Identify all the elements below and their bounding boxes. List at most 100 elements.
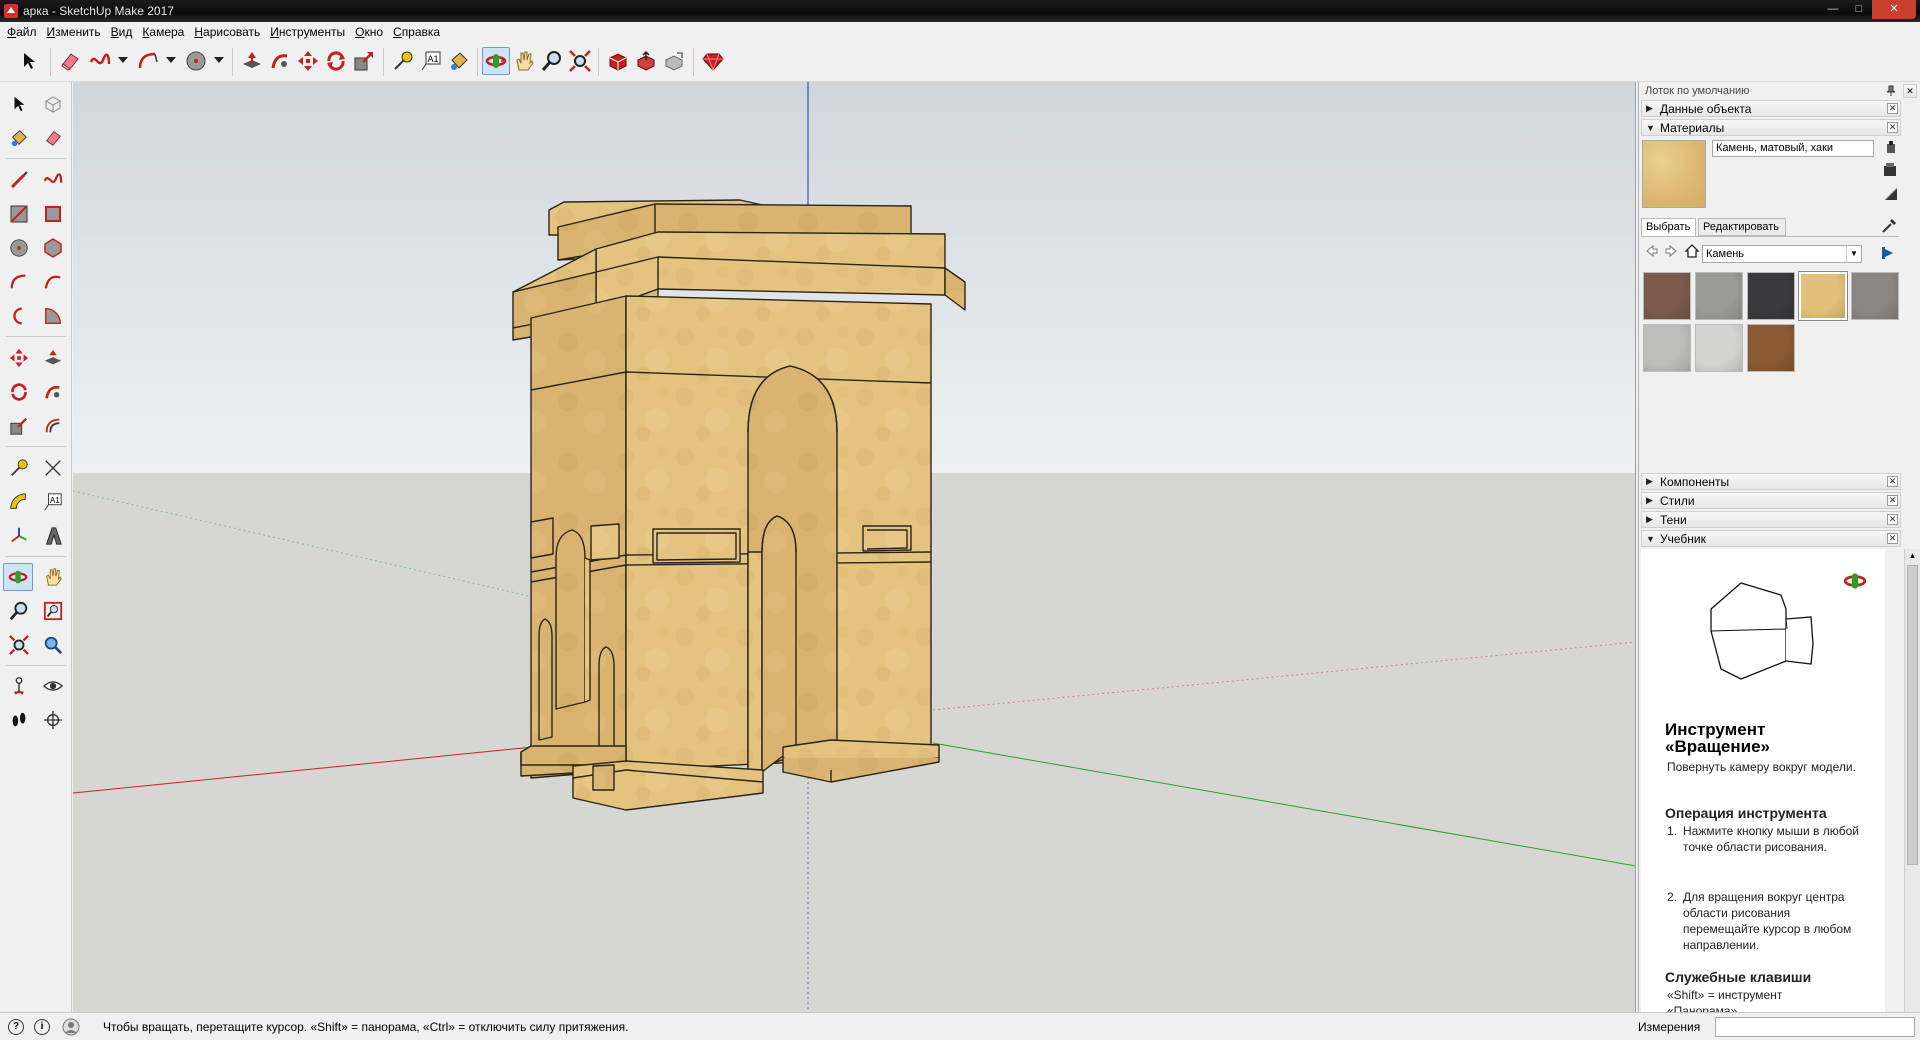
left-previous-view-button[interactable] (38, 631, 68, 659)
left-text-button[interactable]: A1 (38, 488, 68, 516)
3d-warehouse-button[interactable] (604, 47, 632, 75)
scroll-thumb[interactable] (1907, 565, 1918, 865)
left-polygon-button[interactable] (38, 234, 68, 262)
orbit-tool-button[interactable] (482, 47, 510, 75)
pan-tool-button[interactable] (510, 47, 538, 75)
styles-panel-header[interactable]: ▶ Стили ✕ (1641, 492, 1901, 509)
left-walk-button[interactable] (4, 706, 34, 734)
arc-tool-button[interactable] (134, 47, 162, 75)
left-select-button[interactable] (4, 90, 34, 118)
left-move-button[interactable] (4, 344, 34, 372)
left-section-plane-button[interactable] (38, 706, 68, 734)
close-panel-icon[interactable]: ✕ (1887, 495, 1898, 506)
menu-view[interactable]: Вид (106, 25, 138, 39)
paint-bucket-tool-button[interactable] (445, 47, 473, 75)
home-icon[interactable] (1684, 243, 1700, 259)
left-scale-button[interactable] (4, 412, 34, 440)
material-swatch[interactable] (1747, 272, 1795, 320)
instructor-scrollbar[interactable]: ▲ (1904, 549, 1920, 1012)
menu-tools[interactable]: Инструменты (265, 25, 350, 39)
left-eraser-button[interactable] (38, 124, 68, 152)
share-model-button[interactable] (632, 47, 660, 75)
material-swatch[interactable] (1851, 272, 1899, 320)
drawing-area[interactable] (73, 82, 1636, 1012)
rotate-tool-button[interactable] (322, 47, 350, 75)
left-pan-button[interactable] (38, 563, 68, 591)
forward-arrow-icon[interactable] (1664, 244, 1678, 258)
left-2point-arc-button[interactable] (38, 268, 68, 296)
menu-camera[interactable]: Камера (137, 25, 189, 39)
left-3point-arc-button[interactable] (4, 302, 34, 330)
push-pull-tool-button[interactable] (238, 47, 266, 75)
eraser-tool-button[interactable] (56, 47, 84, 75)
left-axes-button[interactable] (4, 522, 34, 550)
left-push-pull-button[interactable] (38, 344, 68, 372)
material-swatch[interactable] (1695, 324, 1743, 372)
zoom-extents-tool-button[interactable] (566, 47, 594, 75)
left-offset-button[interactable] (38, 412, 68, 440)
default-material-icon[interactable] (1883, 186, 1899, 202)
close-panel-icon[interactable]: ✕ (1887, 103, 1898, 114)
back-arrow-icon[interactable] (1645, 244, 1659, 258)
menu-draw[interactable]: Нарисовать (189, 25, 265, 39)
scroll-up-icon[interactable]: ▲ (1905, 549, 1920, 563)
left-orbit-button[interactable] (3, 563, 33, 591)
menu-help[interactable]: Справка (388, 25, 445, 39)
left-follow-me-button[interactable] (38, 378, 68, 406)
left-rectangle-button[interactable] (4, 200, 34, 228)
left-rotated-rectangle-button[interactable] (38, 200, 68, 228)
eyedropper-icon[interactable] (1881, 218, 1897, 234)
entity-info-panel-header[interactable]: ▶ Данные объекта ✕ (1641, 100, 1901, 117)
scene-canvas[interactable] (73, 82, 1636, 1012)
material-swatch[interactable] (1747, 324, 1795, 372)
menu-file[interactable]: Файл (2, 25, 42, 39)
left-position-camera-button[interactable] (4, 672, 34, 700)
left-protractor-button[interactable] (4, 488, 34, 516)
left-3d-text-button[interactable] (38, 522, 68, 550)
follow-me-tool-button[interactable] (266, 47, 294, 75)
sample-paint-icon[interactable] (1882, 162, 1898, 178)
components-panel-header[interactable]: ▶ Компоненты ✕ (1641, 473, 1901, 490)
left-line-button[interactable] (4, 166, 34, 194)
tray-close-button[interactable]: ✕ (1903, 84, 1917, 98)
select-tool-button[interactable] (15, 47, 43, 75)
left-tape-measure-button[interactable] (4, 454, 34, 482)
dropdown-arrow-icon[interactable] (118, 57, 128, 63)
measurements-input[interactable] (1715, 1017, 1915, 1037)
left-zoom-window-button[interactable] (38, 597, 68, 625)
pin-icon[interactable] (1885, 85, 1897, 97)
close-panel-icon[interactable]: ✕ (1887, 533, 1898, 544)
text-tool-button[interactable]: A1 (417, 47, 445, 75)
dropdown-arrow-icon[interactable] (166, 57, 176, 63)
left-rotate-button[interactable] (4, 378, 34, 406)
library-select[interactable]: Камень ▼ (1702, 245, 1862, 263)
left-zoom-extents-button[interactable] (4, 631, 34, 659)
left-component-button[interactable] (38, 90, 68, 118)
left-look-around-button[interactable] (38, 672, 68, 700)
shadows-panel-header[interactable]: ▶ Тени ✕ (1641, 511, 1901, 528)
menu-edit[interactable]: Изменить (42, 25, 106, 39)
left-arc-button[interactable] (4, 268, 34, 296)
tab-select[interactable]: Выбрать (1641, 218, 1696, 236)
credits-icon[interactable]: i (34, 1019, 50, 1035)
left-circle-button[interactable] (4, 234, 34, 262)
left-zoom-button[interactable] (4, 597, 34, 625)
tab-edit[interactable]: Редактировать (1698, 218, 1786, 236)
maximize-button[interactable]: □ (1846, 0, 1872, 19)
freehand-tool-button[interactable] (86, 47, 114, 75)
dropdown-arrow-icon[interactable] (214, 57, 224, 63)
left-dimension-button[interactable] (38, 454, 68, 482)
circle-tool-button[interactable] (182, 47, 210, 75)
left-freehand-button[interactable] (38, 166, 68, 194)
left-paint-bucket-button[interactable] (4, 124, 34, 152)
close-button[interactable]: ✕ (1872, 0, 1916, 19)
instructor-panel-header[interactable]: ▼ Учебник ✕ (1641, 530, 1901, 547)
minimize-button[interactable]: — (1820, 0, 1846, 19)
material-name-input[interactable]: Камень, матовый, хаки (1712, 140, 1874, 157)
details-arrow-icon[interactable] (1880, 245, 1896, 261)
material-swatch-selected[interactable] (1798, 271, 1848, 321)
material-swatch[interactable] (1643, 324, 1691, 372)
create-material-icon[interactable] (1884, 140, 1898, 154)
menu-window[interactable]: Окно (350, 25, 388, 39)
material-swatch[interactable] (1643, 272, 1691, 320)
